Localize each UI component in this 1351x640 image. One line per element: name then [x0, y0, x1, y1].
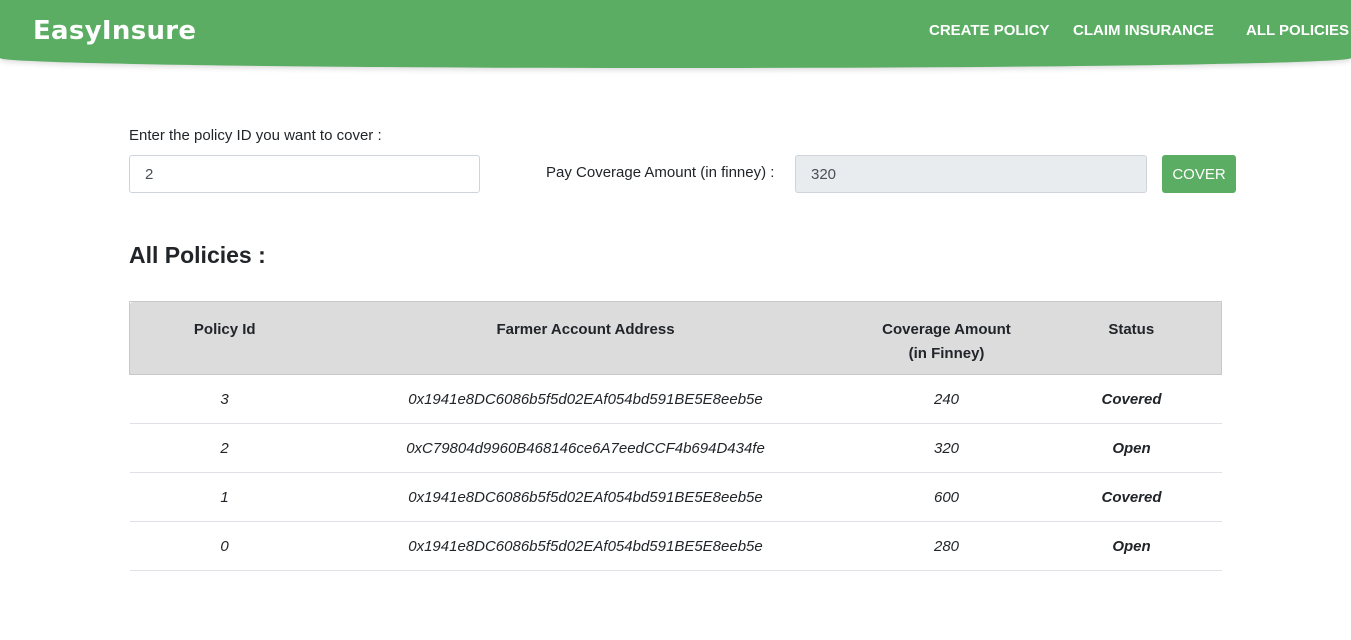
cell-coverage-amount: 320 [851, 423, 1042, 473]
policies-table: Policy Id Farmer Account Address Coverag… [129, 301, 1222, 571]
nav-create-policy[interactable]: CREATE POLICY [929, 22, 1050, 39]
header-status: Status [1041, 301, 1222, 375]
cell-status: Open [1041, 423, 1222, 473]
nav-claim-insurance[interactable]: CLAIM INSURANCE [1073, 22, 1214, 39]
header-coverage-line1: Coverage Amount [882, 321, 1011, 338]
coverage-amount-field [795, 155, 1147, 193]
all-policies-title: All Policies : [129, 242, 266, 268]
cell-policy-id: 1 [129, 472, 320, 522]
cell-farmer-address: 0xC79804d9960B468146ce6A7eedCCF4b694D434… [319, 423, 852, 473]
table-row: 3 0x1941e8DC6086b5f5d02EAf054bd591BE5E8e… [129, 374, 1222, 424]
cell-farmer-address: 0x1941e8DC6086b5f5d02EAf054bd591BE5E8eeb… [319, 374, 852, 424]
header-policy-id: Policy Id [129, 301, 320, 375]
top-navbar: EasyInsure CREATE POLICY CLAIM INSURANCE… [0, 0, 1351, 68]
header-coverage-line2: (in Finney) [908, 345, 985, 362]
coverage-amount-label: Pay Coverage Amount (in finney) : [546, 164, 775, 181]
cell-farmer-address: 0x1941e8DC6086b5f5d02EAf054bd591BE5E8eeb… [319, 472, 852, 522]
cell-farmer-address: 0x1941e8DC6086b5f5d02EAf054bd591BE5E8eeb… [319, 521, 852, 571]
header-farmer-address: Farmer Account Address [319, 301, 852, 375]
cell-coverage-amount: 240 [851, 374, 1042, 424]
table-row: 1 0x1941e8DC6086b5f5d02EAf054bd591BE5E8e… [129, 472, 1222, 522]
table-row: 0 0x1941e8DC6086b5f5d02EAf054bd591BE5E8e… [129, 521, 1222, 571]
cell-coverage-amount: 280 [851, 521, 1042, 571]
table-header-row: Policy Id Farmer Account Address Coverag… [129, 301, 1222, 375]
policy-id-label: Enter the policy ID you want to cover : [129, 127, 382, 144]
table-row: 2 0xC79804d9960B468146ce6A7eedCCF4b694D4… [129, 423, 1222, 473]
cell-status: Covered [1041, 472, 1222, 522]
cover-button[interactable]: COVER [1162, 155, 1236, 193]
cell-policy-id: 0 [129, 521, 320, 571]
cell-status: Open [1041, 521, 1222, 571]
cell-policy-id: 3 [129, 374, 320, 424]
cell-status: Covered [1041, 374, 1222, 424]
cell-coverage-amount: 600 [851, 472, 1042, 522]
header-coverage-amount: Coverage Amount (in Finney) [851, 301, 1042, 375]
policy-id-input[interactable] [129, 155, 480, 193]
cell-policy-id: 2 [129, 423, 320, 473]
nav-all-policies[interactable]: ALL POLICIES [1246, 22, 1349, 39]
brand-logo[interactable]: EasyInsure [33, 16, 196, 46]
